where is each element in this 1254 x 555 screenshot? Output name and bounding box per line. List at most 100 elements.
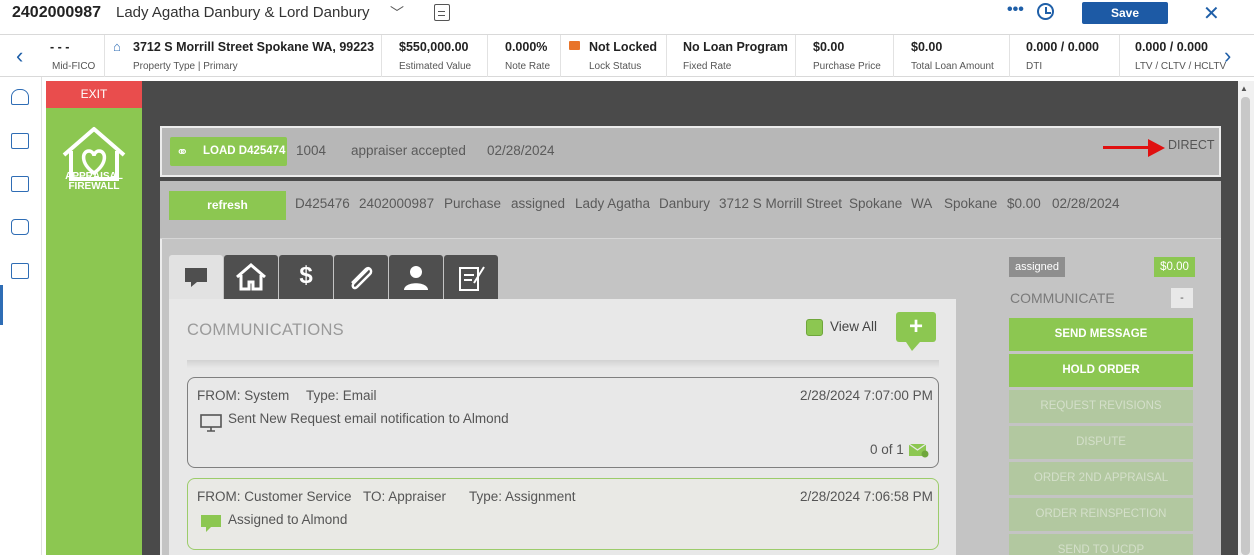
tab-contacts[interactable]	[389, 255, 443, 299]
communications-title: COMMUNICATIONS	[187, 321, 344, 339]
dti: 0.000 / 0.000 DTI	[1010, 35, 1120, 78]
purchase-price-label: Purchase Price	[813, 61, 881, 72]
exit-button[interactable]: EXIT	[46, 81, 142, 108]
detail-date: 02/28/2024	[1052, 196, 1120, 211]
envelope-check-icon	[908, 443, 929, 458]
channel-label: DIRECT	[1168, 138, 1215, 152]
home-icon	[236, 263, 266, 291]
lock-status: Not Locked Lock Status	[561, 35, 667, 78]
purchase-price-value: $0.00	[813, 40, 845, 54]
ltv: 0.000 / 0.000 LTV / CLTV / HCLTV	[1120, 35, 1227, 78]
left-sidebar	[0, 77, 42, 555]
lock-status-label: Lock Status	[589, 61, 642, 72]
purchase-price: $0.00 Purchase Price	[796, 35, 894, 78]
order-reinspection-button[interactable]: ORDER REINSPECTION	[1009, 498, 1193, 531]
status-badge: assigned	[1009, 257, 1065, 277]
dollar-icon: $	[299, 262, 313, 289]
loan-program-label: Fixed Rate	[683, 61, 732, 72]
order-status: appraiser accepted	[351, 143, 466, 158]
notification-bell-icon[interactable]	[11, 89, 29, 105]
scrollbar-thumb[interactable]	[1241, 97, 1250, 555]
order-date: 02/28/2024	[487, 143, 555, 158]
view-all-checkbox[interactable]	[806, 319, 823, 336]
briefcase-icon[interactable]	[11, 263, 29, 279]
message-type: Type: Assignment	[469, 489, 576, 504]
lock-status-value: Not Locked	[589, 40, 658, 54]
documents-icon[interactable]	[11, 176, 29, 192]
services-icon[interactable]	[11, 219, 29, 235]
dispute-button[interactable]: DISPUTE	[1009, 426, 1193, 459]
add-message-button[interactable]: +	[896, 312, 936, 342]
street-address: 3712 S Morrill Street	[719, 196, 843, 211]
send-message-button[interactable]: SEND MESSAGE	[1009, 318, 1193, 351]
communicate-section-title: COMMUNICATE	[1010, 290, 1115, 306]
message-card[interactable]: FROM: System Type: Email 2/28/2024 7:07:…	[187, 377, 939, 468]
communications-divider	[187, 360, 939, 368]
state: WA	[911, 196, 933, 211]
order-2nd-appraisal-button[interactable]: ORDER 2ND APPRAISAL	[1009, 462, 1193, 495]
message-timestamp: 2/28/2024 7:07:00 PM	[800, 388, 933, 403]
estimated-value-label: Estimated Value	[399, 61, 472, 72]
mid-fico-label: Mid-FICO	[52, 61, 96, 72]
mid-fico: - - - Mid-FICO	[44, 35, 105, 78]
message-timestamp: 2/28/2024 7:06:58 PM	[800, 489, 933, 504]
tab-attachments[interactable]	[334, 255, 388, 299]
note-rate: 0.000% Note Rate	[488, 35, 561, 78]
view-all-label[interactable]: View All	[830, 319, 877, 334]
annotation-arrow-head	[1148, 139, 1165, 157]
message-to: TO: Appraiser	[363, 489, 447, 504]
lock-icon	[569, 41, 580, 50]
loan-program: No Loan Program Fixed Rate	[667, 35, 796, 78]
note-rate-label: Note Rate	[505, 61, 551, 72]
mid-fico-value: - - -	[50, 40, 70, 54]
message-body: Assigned to Almond	[228, 512, 348, 527]
more-options-icon[interactable]: •••	[1007, 1, 1024, 19]
paperclip-icon	[351, 266, 373, 290]
message-type: Type: Email	[306, 388, 377, 403]
close-icon[interactable]: ✕	[1203, 1, 1220, 26]
add-message-bubble-tail	[906, 342, 920, 351]
loan-summary-bar: ‹ - - - Mid-FICO ⌂ 3712 S Morrill Street…	[0, 34, 1254, 78]
logo-line-2: FIREWALL	[68, 181, 120, 192]
tab-communications[interactable]	[169, 255, 223, 300]
loan-number: 2402000987	[12, 4, 101, 21]
message-card[interactable]: FROM: Customer Service TO: Appraiser Typ…	[187, 478, 939, 550]
borrower-first-name: Lady Agatha	[575, 196, 651, 211]
chat-bubble-icon	[201, 515, 221, 532]
active-indicator	[0, 285, 3, 325]
save-button[interactable]: Save	[1082, 2, 1168, 24]
tab-property[interactable]	[224, 255, 278, 299]
document-icon[interactable]	[434, 4, 450, 21]
chevron-right-icon[interactable]: ›	[1224, 43, 1231, 69]
message-from: FROM: Customer Service	[197, 489, 352, 504]
property-address: ⌂ 3712 S Morrill Street Spokane WA, 9922…	[105, 35, 382, 78]
tab-fees[interactable]: $	[279, 255, 333, 299]
hold-order-button[interactable]: HOLD ORDER	[1009, 354, 1193, 387]
chevron-down-icon[interactable]: ﹀	[390, 3, 404, 23]
home-icon: ⌂	[113, 39, 121, 54]
scroll-up-arrow[interactable]: ▲	[1240, 84, 1248, 93]
refresh-button[interactable]: refresh	[169, 191, 286, 220]
property-type-label: Property Type | Primary	[133, 61, 238, 72]
chat-bubble-icon	[185, 268, 207, 287]
total-loan-label: Total Loan Amount	[911, 61, 994, 72]
annotation-arrow-line	[1103, 146, 1153, 149]
city: Spokane	[849, 196, 903, 211]
chevron-left-icon[interactable]: ‹	[16, 43, 23, 69]
fee-amount: $0.00	[1007, 196, 1041, 211]
request-revisions-button[interactable]: REQUEST REVISIONS	[1009, 390, 1193, 423]
county: Spokane	[944, 196, 998, 211]
checklist-icon[interactable]	[11, 133, 29, 149]
borrower-name-dropdown[interactable]: Lady Agatha Danbury & Lord Danbury	[116, 4, 370, 21]
history-clock-icon[interactable]	[1037, 3, 1054, 20]
link-icon: ⚭	[176, 144, 189, 161]
tab-notes[interactable]	[444, 255, 498, 299]
order-id: D425476	[295, 196, 350, 211]
send-to-ucdp-button[interactable]: SEND TO UCDP	[1009, 534, 1193, 555]
collapse-button[interactable]: -	[1171, 288, 1193, 308]
computer-monitor-icon	[200, 414, 222, 432]
estimated-value-amount: $550,000.00	[399, 40, 469, 54]
ltv-label: LTV / CLTV / HCLTV	[1135, 61, 1227, 72]
loan-id: 2402000987	[359, 196, 435, 211]
ltv-value: 0.000 / 0.000	[1135, 40, 1208, 54]
